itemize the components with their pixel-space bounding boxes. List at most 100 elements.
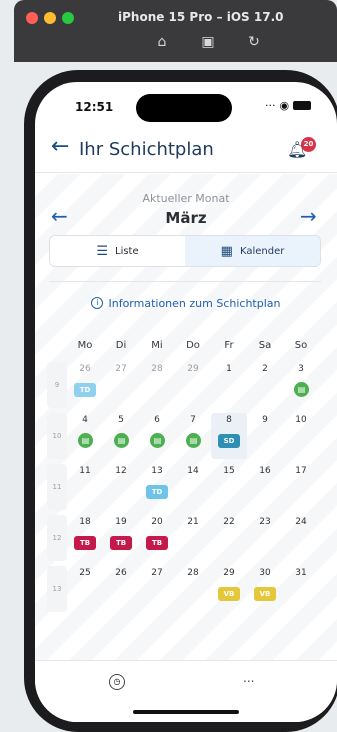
calendar-view-button[interactable]: ▦ Kalender — [185, 236, 320, 266]
screenshot-icon[interactable]: ▣ — [200, 34, 216, 50]
calendar-day[interactable]: 7 ▤ — [175, 413, 211, 459]
simulator-title-bar: iPhone 15 Pro – iOS 17.0 ⌂ ▣ ↻ — [14, 0, 337, 62]
shift-badge[interactable]: SD — [218, 434, 240, 448]
calendar-day[interactable]: 11 — [67, 464, 103, 510]
calendar-day[interactable]: 22 — [211, 515, 247, 561]
week-number: 9 — [47, 362, 67, 408]
calendar-day[interactable]: 5 ▤ — [103, 413, 139, 459]
shift-badge[interactable]: TD — [74, 383, 96, 397]
calendar-day[interactable]: 6 ▤ — [139, 413, 175, 459]
shift-badge[interactable]: TB — [74, 536, 96, 550]
shift-badge[interactable]: TB — [110, 536, 132, 550]
day-number: 4 — [82, 415, 88, 425]
day-number: 19 — [115, 517, 127, 527]
calendar-day[interactable]: 28 — [175, 566, 211, 612]
shift-badge[interactable]: TD — [146, 485, 168, 499]
calendar-day[interactable]: 2 — [247, 362, 283, 408]
week-number: 10 — [47, 413, 67, 459]
weekday-label: Fr — [224, 340, 234, 351]
calendar-day[interactable]: 27 — [103, 362, 139, 408]
day-number: 11 — [79, 466, 91, 476]
day-number: 8 — [226, 415, 232, 425]
suitcase-icon[interactable]: ▤ — [78, 433, 93, 448]
calendar-day[interactable]: 3 ▤ — [283, 362, 319, 408]
rotate-icon[interactable]: ↻ — [246, 34, 262, 50]
day-number: 9 — [262, 415, 268, 425]
calendar-day[interactable]: 1 — [211, 362, 247, 408]
day-number: 27 — [151, 568, 163, 578]
calendar-week-row: 10 4 ▤ 5 ▤ 6 ▤ 7 ▤ 8 SD 9 10 — [47, 413, 327, 463]
simulator-title: iPhone 15 Pro – iOS 17.0 — [118, 10, 284, 24]
calendar-day[interactable]: 30 VB — [247, 566, 283, 612]
calendar-day[interactable]: 29 VB — [211, 566, 247, 612]
day-number: 27 — [115, 364, 127, 374]
calendar-day[interactable]: 17 — [283, 464, 319, 510]
calendar-day[interactable]: 26 TD — [67, 362, 103, 408]
day-number: 28 — [151, 364, 163, 374]
calendar-day[interactable]: 4 ▤ — [67, 413, 103, 459]
calendar-day[interactable]: 19 TB — [103, 515, 139, 561]
calendar-day[interactable]: 20 TB — [139, 515, 175, 561]
calendar-day[interactable]: 31 — [283, 566, 319, 612]
day-number: 23 — [259, 517, 271, 527]
calendar-day[interactable]: 23 — [247, 515, 283, 561]
list-view-button[interactable]: ☰ Liste — [50, 236, 185, 266]
calendar-day[interactable]: 21 — [175, 515, 211, 561]
day-number: 1 — [226, 364, 232, 374]
day-number: 22 — [223, 517, 235, 527]
list-icon: ☰ — [96, 243, 108, 259]
dynamic-island — [136, 94, 232, 122]
weekday-label: Di — [115, 340, 127, 351]
calendar-day[interactable]: 15 — [211, 464, 247, 510]
month-caption: Aktueller Monat — [142, 192, 230, 205]
more-icon[interactable]: ... — [243, 671, 254, 685]
weekday-header: Mo Di Mi Do Fr Sa So — [67, 340, 319, 351]
calendar-day[interactable]: 28 — [139, 362, 175, 408]
next-month-arrow-icon[interactable]: → — [300, 204, 317, 228]
day-number: 29 — [223, 568, 235, 578]
shift-badge[interactable]: VB — [254, 587, 276, 601]
calendar-day[interactable]: 29 — [175, 362, 211, 408]
day-number: 26 — [115, 568, 127, 578]
suitcase-icon[interactable]: ▤ — [150, 433, 165, 448]
schedule-info-link[interactable]: i Informationen zum Schichtplan — [35, 297, 337, 310]
day-number: 28 — [187, 568, 199, 578]
calendar-week-row: 13 25 26 27 28 29 VB 30 VB 31 — [47, 566, 327, 616]
suitcase-icon[interactable]: ▤ — [186, 433, 201, 448]
shift-badge[interactable]: TB — [146, 536, 168, 550]
home-icon[interactable]: ⌂ — [154, 34, 170, 50]
wifi-icon: ◉ — [279, 99, 290, 112]
back-arrow-icon[interactable]: ← — [51, 134, 69, 159]
calendar-day[interactable]: 12 — [103, 464, 139, 510]
suitcase-icon[interactable]: ▤ — [114, 433, 129, 448]
phone-screen: 12:51 ··· ◉ ← Ihr Schichtplan 🔔︎ 20 Aktu… — [35, 82, 337, 722]
zoom-window-button[interactable] — [62, 12, 74, 24]
calendar-day[interactable]: 10 — [283, 413, 319, 459]
close-window-button[interactable] — [26, 12, 38, 24]
suitcase-icon[interactable]: ▤ — [294, 382, 309, 397]
minimize-window-button[interactable] — [44, 12, 56, 24]
calendar-grid: 9 26 TD 27 28 29 1 2 3 ▤ 10 4 ▤ 5 ▤ 6 ▤ 7 ▤ 8 SD 9 10 11 11 12 13 T… — [47, 362, 327, 617]
calendar-day[interactable]: 14 — [175, 464, 211, 510]
calendar-day[interactable]: 24 — [283, 515, 319, 561]
calendar-day[interactable]: 25 — [67, 566, 103, 612]
calendar-day[interactable]: 18 TB — [67, 515, 103, 561]
calendar-day[interactable]: 9 — [247, 413, 283, 459]
previous-month-arrow-icon[interactable]: ← — [51, 204, 68, 228]
weekday-label: So — [294, 340, 308, 351]
day-number: 24 — [295, 517, 307, 527]
clock-icon[interactable]: ◷ — [109, 674, 125, 690]
calendar-day-today[interactable]: 8 SD — [211, 413, 247, 459]
calendar-day[interactable]: 27 — [139, 566, 175, 612]
calendar-view-label: Kalender — [239, 245, 285, 257]
day-number: 14 — [187, 466, 199, 476]
calendar-day[interactable]: 26 — [103, 566, 139, 612]
status-icons: ··· ◉ — [265, 99, 312, 112]
shift-badge[interactable]: VB — [218, 587, 240, 601]
calendar-week-row: 12 18 TB 19 TB 20 TB 21 22 23 24 — [47, 515, 327, 565]
app-header: ← Ihr Schichtplan 🔔︎ 20 — [35, 132, 337, 174]
calendar-day[interactable]: 13 TD — [139, 464, 175, 510]
day-number: 15 — [223, 466, 235, 476]
calendar-day[interactable]: 16 — [247, 464, 283, 510]
day-number: 30 — [259, 568, 271, 578]
